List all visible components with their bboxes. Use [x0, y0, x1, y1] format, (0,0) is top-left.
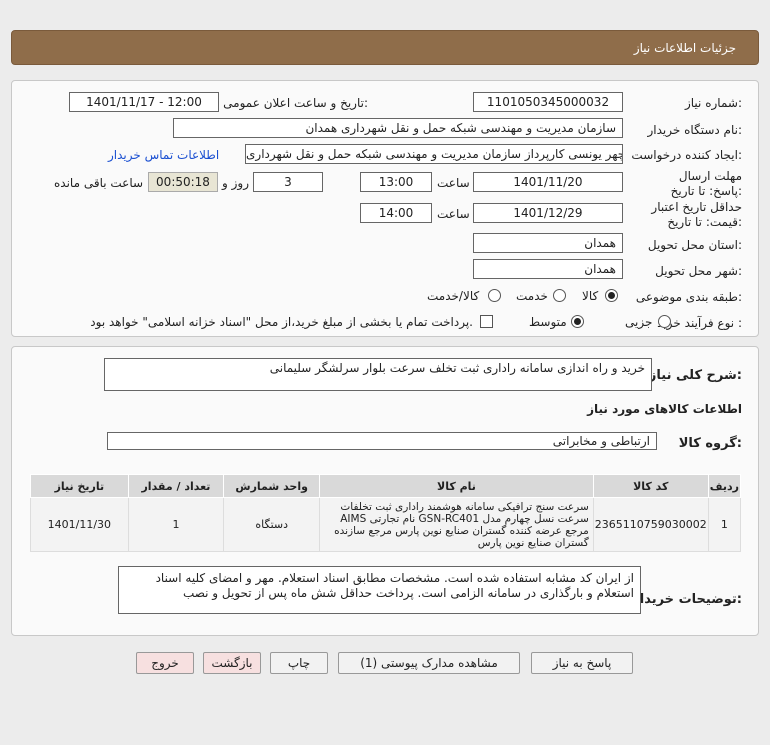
description-label: شرح کلی نیاز:	[648, 368, 742, 383]
buyer-org-field: سازمان مدیریت و مهندسی شبکه حمل و نقل شه…	[173, 118, 623, 138]
goods-group-label: گروه کالا:	[678, 436, 742, 451]
category-service-label: خدمت	[516, 289, 548, 303]
category-radio-goods-service[interactable]	[488, 289, 501, 302]
remaining-label: ساعت باقی مانده	[54, 176, 144, 190]
remaining-time-field: 00:50:18	[148, 172, 218, 192]
back-button[interactable]: بازگشت	[203, 652, 261, 674]
city-field: همدان	[473, 259, 623, 279]
deadline-label: مهلت ارسال پاسخ: تا تاریخ:	[670, 169, 742, 198]
goods-group-field: ارتباطی و مخابراتی	[107, 432, 657, 450]
reply-button[interactable]: پاسخ به نیاز	[531, 652, 633, 674]
buyer-notes-label: توضیحات خریدار:	[632, 592, 742, 607]
print-button[interactable]: چاپ	[270, 652, 328, 674]
cell-unit: دستگاه	[223, 497, 321, 552]
process-minor-label: جزیی	[625, 315, 653, 329]
need-number-label: شماره نیاز:	[684, 96, 742, 110]
validity-label: حداقل تاریخ اعتبار قیمت: تا تاریخ:	[651, 200, 742, 229]
buyer-org-label: نام دستگاه خریدار:	[647, 123, 743, 137]
category-radio-goods[interactable]	[605, 289, 618, 302]
attachments-button[interactable]: مشاهده مدارک پیوستی (1)	[338, 652, 520, 674]
column-header-code: کد کالا	[592, 474, 709, 498]
cell-index: 1	[707, 497, 742, 552]
column-header-qty: تعداد / مقدار	[127, 474, 225, 498]
announce-label: تاریخ و ساعت اعلان عمومی:	[223, 96, 368, 110]
validity-time-field: 14:00	[360, 203, 432, 223]
province-label: استان محل تحویل:	[647, 238, 742, 252]
column-header-name: نام کالا	[319, 474, 594, 498]
buyer-notes-field: از ایران کد مشابه استفاده شده است. مشخصا…	[118, 566, 641, 614]
need-number-field: 1101050345000032	[473, 92, 623, 112]
validity-date-field: 1401/12/29	[473, 203, 623, 223]
column-header-unit: واحد شمارش	[223, 474, 321, 498]
deadline-date-field: 1401/11/20	[473, 172, 623, 192]
page-title: جزئیات اطلاعات نیاز	[633, 41, 736, 55]
column-header-date: تاریخ نیاز	[30, 474, 129, 498]
exit-button[interactable]: خروج	[136, 652, 194, 674]
deadline-time-label: ساعت	[437, 176, 470, 190]
city-label: شهر محل تحویل:	[655, 264, 742, 278]
deadline-time-field: 13:00	[360, 172, 432, 192]
process-radio-minor[interactable]	[658, 315, 671, 328]
page-header: جزئیات اطلاعات نیاز	[11, 30, 759, 65]
creator-field: منوچهر یونسی کارپرداز سازمان مدیریت و مه…	[245, 144, 623, 164]
category-label: طبقه بندی موضوعی:	[635, 290, 742, 304]
goods-table: تاریخ نیاز تعداد / مقدار واحد شمارش نام …	[30, 474, 742, 552]
creator-label: ایجاد کننده درخواست:	[631, 148, 742, 162]
days-field: 3	[253, 172, 323, 192]
cell-code: 2365110759030002	[592, 497, 709, 552]
column-header-index: ردیف	[707, 474, 742, 498]
cell-date: 1401/11/30	[30, 497, 129, 552]
treasury-checkbox[interactable]	[480, 315, 493, 328]
province-field: همدان	[473, 233, 623, 253]
description-field: خرید و راه اندازی سامانه راداری ثبت تخلف…	[104, 358, 652, 391]
category-goods-label: کالا	[582, 289, 599, 303]
validity-time-label: ساعت	[437, 207, 470, 221]
cell-name: سرعت سنج ترافیکی سامانه هوشمند راداری ثب…	[319, 497, 594, 552]
table-row: 1401/11/30 1 دستگاه سرعت سنج ترافیکی سام…	[30, 497, 742, 552]
category-goods-service-label: کالا/خدمت	[427, 289, 480, 303]
announce-field: 1401/11/17 - 12:00	[69, 92, 219, 112]
goods-section-title: اطلاعات کالاهای مورد نیاز	[587, 402, 742, 416]
process-radio-medium[interactable]	[571, 315, 584, 328]
cell-qty: 1	[127, 497, 225, 552]
category-radio-service[interactable]	[553, 289, 566, 302]
days-label: روز و	[222, 176, 249, 190]
contact-buyer-link[interactable]: اطلاعات تماس خریدار	[108, 148, 219, 162]
treasury-note: پرداخت تمام یا بخشی از مبلغ خرید،از محل …	[90, 315, 473, 329]
process-medium-label: متوسط	[529, 315, 567, 329]
